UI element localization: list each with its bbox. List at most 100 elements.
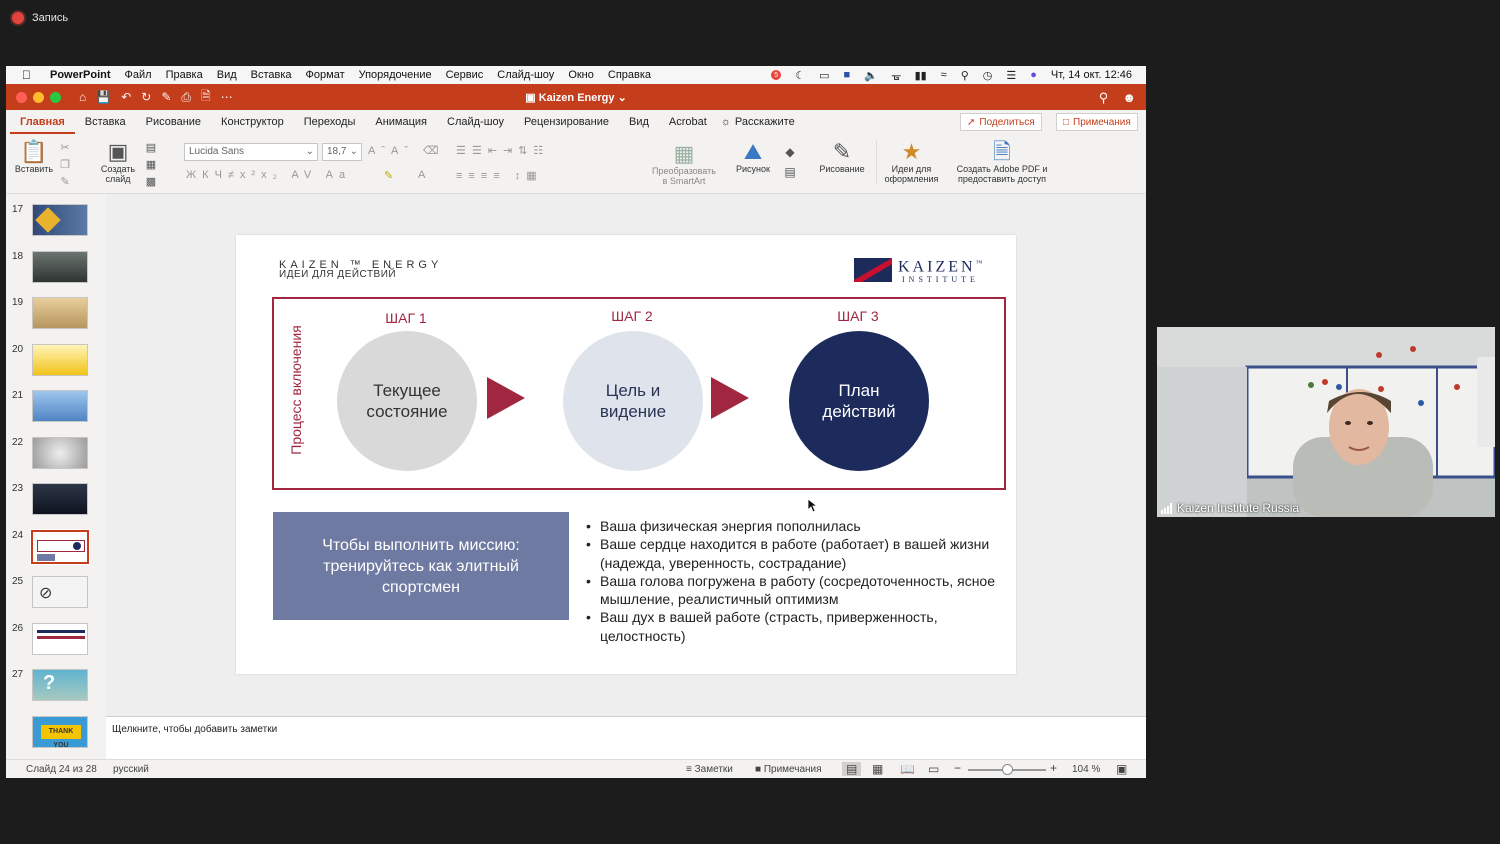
slide-thumbnail-19[interactable] <box>32 297 88 329</box>
slide-thumbnail-23[interactable] <box>32 483 88 515</box>
spotlight-icon[interactable]: ⚲ <box>961 69 969 82</box>
menu-edit[interactable]: Правка <box>166 69 203 81</box>
tab-home[interactable]: Главная <box>10 110 75 134</box>
drawing-button[interactable]: ✎ Рисование <box>814 140 870 175</box>
cut-icon[interactable]: ✂ <box>58 140 72 157</box>
textbox-icon[interactable]: ▤ <box>776 162 804 182</box>
adobe-pdf-button[interactable]: 🗎 Создать Adobe PDF и предоставить досту… <box>952 140 1052 185</box>
shapes-icon[interactable]: ◆ <box>776 142 804 162</box>
slide-thumbnail-17[interactable] <box>32 204 88 236</box>
picture-button[interactable]: ⛰ Рисунок <box>732 140 774 175</box>
more-icon[interactable]: ⋯ <box>221 90 233 104</box>
font-color-icon[interactable]: A <box>418 169 431 181</box>
zoom-slider-handle[interactable] <box>1002 764 1013 775</box>
layout-icon[interactable]: ▤ <box>140 140 162 157</box>
control-center-icon[interactable]: ☰ <box>1006 69 1016 82</box>
menu-app-name[interactable]: PowerPoint <box>50 69 111 81</box>
list-tools[interactable]: ☰☰⇤⇥⇅☷ <box>456 144 549 157</box>
zoom-level[interactable]: 104 % <box>1072 764 1100 775</box>
slide-thumbnail-27[interactable]: ? <box>32 669 88 701</box>
comments-button[interactable]: □ Примечания <box>1056 113 1138 131</box>
notification-badge[interactable]: 5 <box>771 70 782 80</box>
reset-icon[interactable]: ▦ <box>140 157 162 174</box>
battery-icon[interactable]: ▮▮ <box>915 69 927 82</box>
menu-slideshow[interactable]: Слайд-шоу <box>497 69 554 81</box>
close-window-button[interactable] <box>16 91 27 103</box>
edit-icon[interactable]: ✎ <box>161 90 171 104</box>
new-doc-icon[interactable]: 🗎 <box>201 87 211 108</box>
clock-datetime[interactable]: Чт, 14 окт. 12:46 <box>1051 69 1132 81</box>
slide-thumbnail-22[interactable] <box>32 437 88 469</box>
slide-thumbnail-21[interactable] <box>32 390 88 422</box>
time-machine-icon[interactable]: ◷ <box>983 69 993 82</box>
tab-view[interactable]: Вид <box>619 110 659 134</box>
paragraph-align-tools[interactable]: ≡≡≡≡ ↕▦ <box>456 169 543 182</box>
bluetooth-icon[interactable]: ᚗ <box>892 69 901 82</box>
normal-view-icon[interactable]: ▤ <box>842 762 862 776</box>
language-indicator[interactable]: русский <box>113 764 149 775</box>
search-icon[interactable]: ⚲ <box>1099 90 1109 106</box>
menu-window[interactable]: Окно <box>568 69 594 81</box>
section-icon[interactable]: ▩ <box>140 174 162 191</box>
save-icon[interactable]: 💾 <box>96 90 111 104</box>
tab-design[interactable]: Конструктор <box>211 110 294 134</box>
fit-slide-icon[interactable]: ▣ <box>1116 762 1127 776</box>
flag-icon[interactable]: ■ <box>844 69 851 81</box>
tab-slideshow[interactable]: Слайд-шоу <box>437 110 514 134</box>
font-size-tools[interactable]: AˆAˇ ⌫ <box>368 144 445 157</box>
slide-sorter-icon[interactable]: ▦ <box>872 762 883 776</box>
zoom-in-icon[interactable]: + <box>1050 761 1057 775</box>
print-icon[interactable]: ⎙ <box>181 90 191 105</box>
apple-icon[interactable]:  <box>22 68 38 82</box>
tab-transitions[interactable]: Переходы <box>294 110 366 134</box>
copy-icon[interactable]: ❐ <box>58 157 72 174</box>
slide-thumbnail-20[interactable] <box>32 344 88 376</box>
tell-me-box[interactable]: ☼ Расскажите <box>721 116 795 128</box>
zoom-window-button[interactable] <box>50 91 61 103</box>
font-size-select[interactable]: 18,7 ⌄ <box>322 143 362 161</box>
menu-help[interactable]: Справка <box>608 69 651 81</box>
menu-file[interactable]: Файл <box>125 69 152 81</box>
menu-arrange[interactable]: Упорядочение <box>359 69 432 81</box>
slide-thumbnail-28[interactable]: THANK YOU <box>32 716 88 749</box>
menu-format[interactable]: Формат <box>306 69 345 81</box>
display-icon[interactable]: ▭ <box>819 69 829 82</box>
reading-view-icon[interactable]: 📖 <box>900 762 915 776</box>
share-button[interactable]: ➚ Поделиться <box>960 113 1042 131</box>
volume-icon[interactable]: 🔈 <box>864 69 878 82</box>
moon-icon[interactable]: ☾ <box>795 69 805 82</box>
undo-icon[interactable]: ↶ <box>121 90 131 104</box>
paste-button[interactable]: 📋 Вставить <box>12 140 56 175</box>
format-painter-icon[interactable]: ✎ <box>58 174 72 191</box>
redo-icon[interactable]: ↻ <box>141 90 151 104</box>
font-name-select[interactable]: Lucida Sans ⌄ <box>184 143 318 161</box>
smartart-button[interactable]: ▦ Преобразовать в SmartArt <box>646 142 722 187</box>
menu-view[interactable]: Вид <box>217 69 237 81</box>
tab-animations[interactable]: Анимация <box>365 110 437 134</box>
slide-thumbnail-24[interactable] <box>30 529 90 565</box>
slide-thumbnail-18[interactable] <box>32 251 88 283</box>
minimize-window-button[interactable] <box>33 91 44 103</box>
tab-draw[interactable]: Рисование <box>136 110 211 134</box>
menu-tools[interactable]: Сервис <box>446 69 484 81</box>
webcam-video[interactable]: Kaizen Institute Russia <box>1157 327 1495 517</box>
tab-acrobat[interactable]: Acrobat <box>659 110 717 134</box>
tab-review[interactable]: Рецензирование <box>514 110 619 134</box>
menu-insert[interactable]: Вставка <box>251 69 292 81</box>
designer-button[interactable]: ★ Идеи для оформления <box>876 140 946 184</box>
zoom-out-icon[interactable]: − <box>954 761 961 775</box>
new-slide-button[interactable]: ▣ Создать слайд <box>98 140 138 185</box>
wifi-icon[interactable]: ≈ <box>941 69 947 81</box>
slide-thumbnail-26[interactable] <box>32 623 88 655</box>
tab-insert[interactable]: Вставка <box>75 110 136 134</box>
home-icon[interactable]: ⌂ <box>79 90 86 104</box>
siri-icon[interactable]: ● <box>1030 69 1037 81</box>
slideshow-view-icon[interactable]: ▭ <box>928 762 939 776</box>
font-format-tools[interactable]: ЖКЧ≠x²x₂ AV Aa <box>186 169 351 181</box>
notes-toggle[interactable]: ≡ Заметки <box>686 764 733 775</box>
notes-pane[interactable]: Щелкните, чтобы добавить заметки <box>106 716 1146 759</box>
current-slide[interactable]: KAIZEN ™ ENERGY ИДЕИ ДЛЯ ДЕЙСТВИЙ KAIZEN… <box>236 235 1016 674</box>
comments-toggle[interactable]: ■ Примечания <box>755 764 822 775</box>
account-icon[interactable]: ☻ <box>1122 90 1136 106</box>
highlight-icon[interactable]: ✎ <box>384 169 399 182</box>
